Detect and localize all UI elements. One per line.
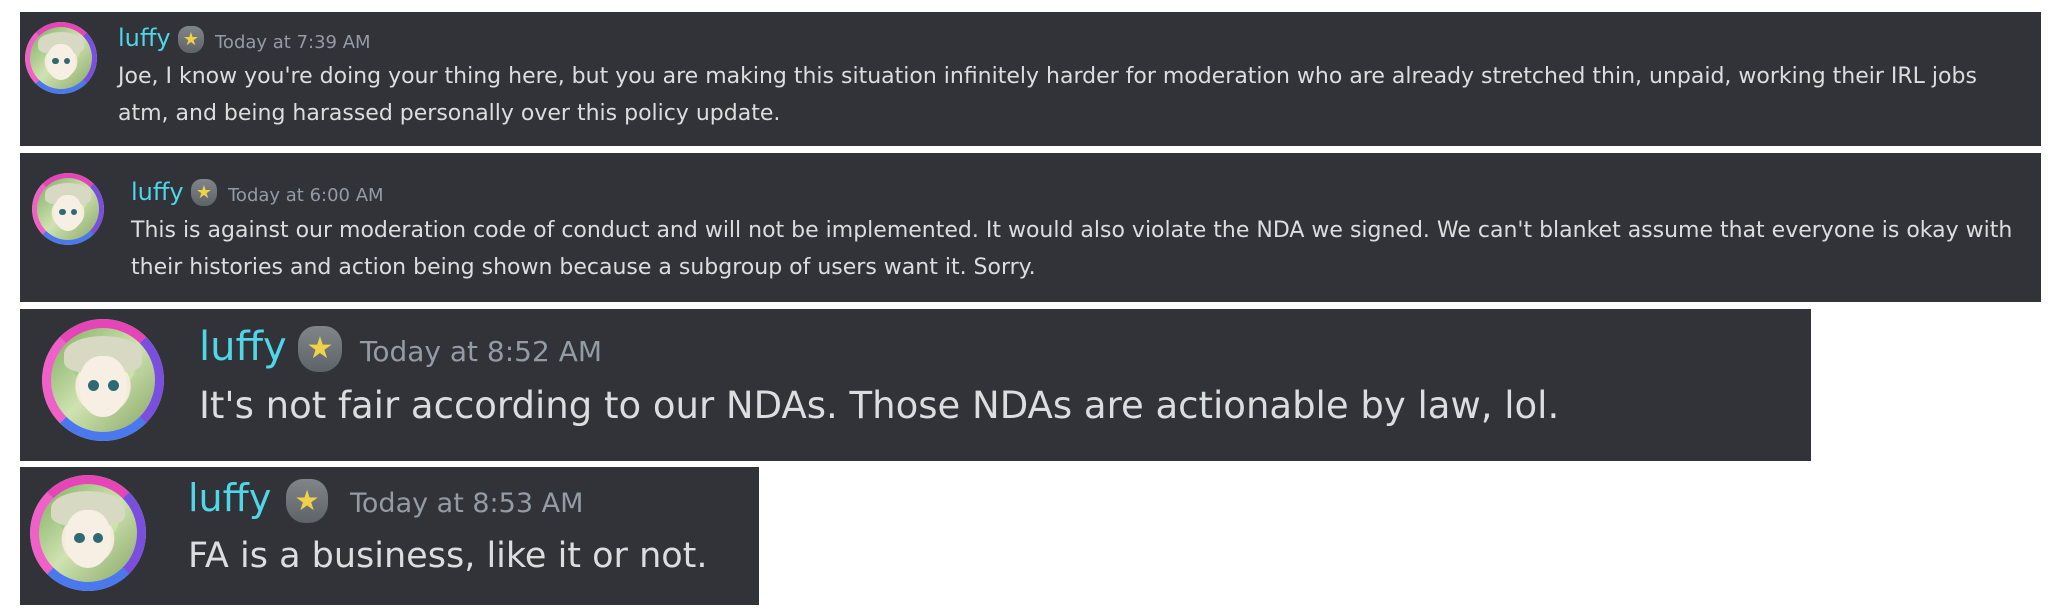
timestamp[interactable]: Today at 6:00 AM: [228, 185, 384, 206]
username[interactable]: luffy: [131, 178, 184, 206]
avatar-eye: [107, 380, 119, 391]
timestamp[interactable]: Today at 8:53 AM: [350, 488, 583, 519]
message-4: luffy ★ Today at 8:53 AM FA is a busines…: [20, 467, 759, 605]
username[interactable]: luffy: [188, 476, 271, 520]
avatar[interactable]: [30, 475, 146, 591]
avatar[interactable]: [32, 173, 104, 245]
star-shield-icon[interactable]: ★: [178, 26, 204, 53]
star-shield-icon[interactable]: ★: [191, 179, 217, 206]
star-shield-icon[interactable]: ★: [298, 326, 342, 372]
username[interactable]: luffy: [118, 24, 171, 52]
avatar-face: [64, 509, 112, 568]
message-text: This is against our moderation code of c…: [131, 218, 2013, 280]
message-text: FA is a business, like it or not.: [188, 536, 708, 576]
message-3: luffy ★ Today at 8:52 AM It's not fair a…: [20, 309, 1811, 461]
message-1: .m1a::before{border-width:5px;} luffy ★ …: [20, 12, 2041, 146]
avatar-face: [53, 194, 83, 231]
message-text: Joe, I know you're doing your thing here…: [118, 64, 1977, 126]
avatar-face: [46, 43, 76, 80]
avatar[interactable]: [42, 319, 164, 441]
message-2: luffy ★ Today at 6:00 AM This is against…: [20, 153, 2041, 302]
message-text: It's not fair according to our NDAs. Tho…: [199, 384, 1560, 427]
avatar-face: [78, 355, 128, 417]
avatar-eye: [74, 533, 85, 544]
star-shield-icon[interactable]: ★: [286, 479, 328, 523]
avatar[interactable]: .m1a::before{border-width:5px;}: [25, 22, 97, 94]
username[interactable]: luffy: [199, 324, 287, 370]
timestamp[interactable]: Today at 8:52 AM: [360, 335, 602, 368]
timestamp[interactable]: Today at 7:39 AM: [215, 32, 371, 53]
